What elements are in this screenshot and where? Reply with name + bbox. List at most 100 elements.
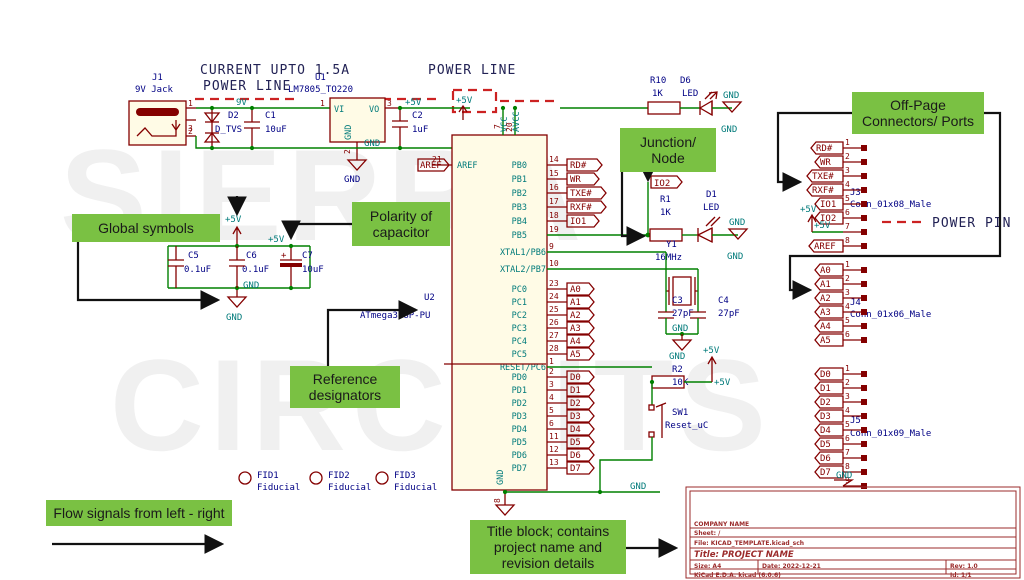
svg-text:2: 2 — [188, 127, 193, 136]
svg-text:+5V: +5V — [225, 215, 242, 225]
svg-text:AREF: AREF — [457, 161, 477, 171]
val-D1: LED — [703, 203, 719, 213]
svg-text:23: 23 — [549, 279, 559, 288]
svg-text:PD1: PD1 — [512, 386, 527, 396]
svg-text:PD5: PD5 — [512, 438, 527, 448]
gnd-d6: GND — [721, 125, 737, 135]
svg-text:A4: A4 — [820, 322, 831, 332]
j4-net-labels: A0 A1 A2 A3 A4 A5 — [814, 263, 844, 347]
val-J1: 9V Jack — [135, 85, 174, 95]
ref-D1: D1 — [706, 190, 717, 200]
net-5V-j3-top: +5V — [800, 205, 817, 215]
heading-power-line-mid: POWER LINE — [428, 63, 516, 78]
tb-size: Size: A4 — [694, 563, 721, 570]
connector-J5: J5 Conn_01x09_Male 123 456 789 D0 D1 D2 … — [814, 364, 931, 489]
svg-text:20: 20 — [505, 122, 514, 132]
val-SW1: Reset_uC — [665, 421, 708, 431]
svg-text:D6: D6 — [820, 454, 831, 464]
svg-text:PC5: PC5 — [512, 350, 527, 360]
gnd-caps: GND — [243, 281, 259, 291]
svg-text:D3: D3 — [820, 412, 831, 422]
svg-text:D7: D7 — [820, 468, 831, 478]
gnd-xtal-top: GND — [672, 324, 688, 334]
svg-text:3: 3 — [845, 288, 850, 297]
j5-net-labels: D0 D1 D2 D3 D4 D5 D6 D7 — [814, 367, 844, 479]
tb-company: COMPANY NAME — [694, 521, 749, 528]
svg-text:2: 2 — [845, 152, 850, 161]
val-Y1: 16MHz — [655, 253, 682, 263]
svg-text:5: 5 — [845, 316, 850, 325]
svg-text:7: 7 — [845, 448, 850, 457]
connector-J3: J3 Conn_01x08_Male 123 456 78 RD# WR TXE… — [800, 138, 931, 253]
net-5V-reset-top: +5V — [703, 346, 720, 356]
val-U1: LM7805_TO220 — [288, 85, 353, 95]
svg-text:17: 17 — [549, 197, 559, 206]
gnd-j5: GND — [836, 471, 852, 481]
svg-text:6: 6 — [845, 208, 850, 217]
heading-power-line-left: POWER LINE — [203, 79, 291, 94]
svg-text:D3: D3 — [570, 412, 581, 422]
ref-FID3: FID3 — [394, 471, 416, 481]
svg-text:+5V: +5V — [456, 96, 473, 106]
svg-text:PB1: PB1 — [512, 175, 527, 185]
svg-text:A5: A5 — [570, 350, 581, 360]
val-FID2: Fiducial — [328, 483, 371, 493]
svg-text:D5: D5 — [820, 440, 831, 450]
svg-text:IO1: IO1 — [570, 217, 586, 227]
ref-D2: D2 — [228, 111, 239, 121]
val-R1: 1K — [660, 208, 671, 218]
svg-text:PC4: PC4 — [512, 337, 527, 347]
svg-text:PD4: PD4 — [512, 425, 527, 435]
svg-text:WR: WR — [820, 158, 831, 168]
svg-text:3: 3 — [845, 392, 850, 401]
svg-text:4: 4 — [845, 406, 850, 415]
gnd-xtal: GND — [669, 352, 685, 362]
svg-text:1: 1 — [845, 138, 850, 147]
svg-text:PB5: PB5 — [512, 231, 527, 241]
svg-text:A0: A0 — [820, 266, 831, 276]
ref-U1: U1 — [315, 73, 326, 83]
svg-text:D4: D4 — [570, 425, 581, 435]
val-C2: 1uF — [412, 125, 428, 135]
gnd-d6-top: GND — [723, 91, 739, 101]
ref-R1: R1 — [660, 195, 671, 205]
svg-text:AREF: AREF — [420, 161, 442, 171]
svg-text:PC2: PC2 — [512, 311, 527, 321]
svg-text:4: 4 — [845, 180, 850, 189]
svg-text:3: 3 — [387, 99, 392, 108]
svg-text:A2: A2 — [820, 294, 831, 304]
j3-net-labels: RD# WR TXE# RXF# IO1 IO2 AREF — [806, 141, 844, 253]
svg-text:PC1: PC1 — [512, 298, 527, 308]
svg-text:D4: D4 — [820, 426, 831, 436]
tb-rev: Rev: 1.0 — [950, 563, 978, 570]
svg-text:1: 1 — [320, 99, 325, 108]
svg-text:27: 27 — [549, 331, 559, 340]
net-labels-portb: RD# WR TXE# RXF# IO1 — [566, 158, 607, 228]
tb-sheet: Sheet: / — [694, 530, 721, 537]
val-U2: ATmega328P-PU — [360, 311, 430, 321]
svg-text:3: 3 — [549, 380, 554, 389]
svg-text:14: 14 — [549, 155, 559, 164]
svg-text:24: 24 — [549, 292, 559, 301]
net-labels-portc: A0 A1 A2 A3 A4 A5 — [566, 282, 595, 361]
gnd-U1: GND — [344, 175, 360, 185]
val-R2: 10K — [672, 378, 689, 388]
svg-text:9: 9 — [549, 242, 554, 251]
note-off-page-connectors: Off-Page Connectors/ Ports — [852, 92, 984, 134]
svg-text:4: 4 — [549, 393, 554, 402]
val-FID3: Fiducial — [394, 483, 437, 493]
svg-text:PB2: PB2 — [512, 189, 527, 199]
svg-text:6: 6 — [549, 419, 554, 428]
svg-text:4: 4 — [845, 302, 850, 311]
svg-text:D2: D2 — [820, 398, 831, 408]
ref-J1: J1 — [152, 73, 163, 83]
note-global-symbols: Global symbols — [72, 214, 220, 242]
gnd-sym-caps: GND — [226, 313, 242, 323]
title-block: COMPANY NAME Sheet: / File: KICAD_TEMPLA… — [685, 486, 1021, 579]
svg-text:8: 8 — [845, 236, 850, 245]
svg-text:IO2: IO2 — [654, 179, 670, 189]
svg-text:A2: A2 — [570, 311, 581, 321]
ref-Y1: Y1 — [666, 240, 677, 250]
svg-text:1: 1 — [188, 99, 193, 108]
svg-text:WR: WR — [570, 175, 581, 185]
